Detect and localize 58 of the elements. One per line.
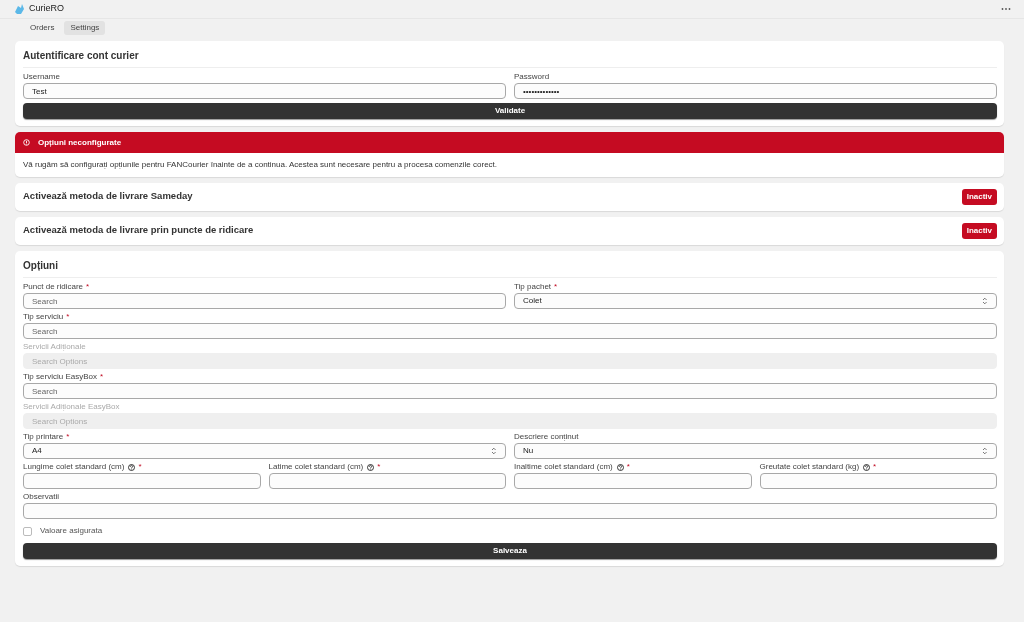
input-field[interactable]	[759, 473, 997, 489]
save-button[interactable]: Salveaza	[23, 543, 997, 559]
field-label: Punct de ridicare	[23, 282, 84, 292]
field-label: Inaltime colet standard (cm)	[514, 462, 613, 472]
field-label: Tip printare	[23, 432, 64, 442]
field-label: Observatii	[23, 492, 59, 502]
alert-message: Vă rugăm să configurați opțiunile pentru FANCourier înainte de a continua. Acestea sunt necesare pentru a procesa comenzile corect.	[22, 159, 499, 171]
field-label: Descriere conținut	[514, 432, 579, 442]
checkbox[interactable]	[23, 526, 32, 536]
more-icon	[1001, 7, 1011, 11]
required-mark: *	[99, 372, 104, 382]
logo-icon	[13, 3, 25, 15]
field-label: Lungime colet standard (cm)	[23, 462, 125, 472]
chevron-icon	[982, 297, 988, 305]
required-mark: *	[377, 462, 381, 472]
tab[interactable]: Orders	[24, 21, 61, 35]
search-field[interactable]: Search	[23, 323, 997, 339]
required-mark: *	[66, 312, 70, 322]
required-mark: *	[873, 462, 877, 472]
select-field[interactable]: Nu	[514, 443, 997, 459]
chevron-icon	[491, 447, 497, 455]
checkbox-label: Valoare asigurata	[40, 525, 103, 537]
search-field[interactable]: Search	[23, 293, 506, 309]
card-title: Opțiuni	[23, 257, 997, 278]
required-mark: *	[138, 462, 142, 472]
method-title: Activează metoda de livrare prin puncte de ridicare	[23, 223, 254, 238]
field-label: Latime colet standard (cm)	[268, 462, 364, 472]
disabled-label: Servicii Adiționale	[23, 342, 86, 352]
validate-button[interactable]: Validate	[23, 103, 997, 119]
alert-title: Opțiuni neconfigurate	[38, 136, 122, 149]
chevron-icon	[982, 447, 988, 455]
app-title: CurieRO	[29, 2, 64, 16]
select-field[interactable]: A4	[23, 443, 506, 459]
search-field[interactable]: Search	[23, 383, 997, 399]
tab[interactable]: Settings	[64, 21, 106, 35]
card-title: Autentificare cont curier	[23, 47, 997, 68]
warning-icon	[23, 139, 30, 146]
field-label: Tip serviciu	[23, 312, 64, 322]
required-mark: *	[554, 282, 558, 292]
input-field[interactable]: •••••••••••••	[514, 83, 997, 99]
status-toggle[interactable]: Inactiv	[961, 222, 997, 239]
input-field[interactable]	[23, 503, 997, 519]
required-mark: *	[626, 462, 630, 472]
input-field[interactable]	[23, 473, 261, 489]
disabled-label: Servicii Adiționale EasyBox	[23, 402, 120, 412]
input-field[interactable]	[514, 473, 752, 489]
status-toggle[interactable]: Inactiv	[961, 188, 997, 205]
field-label: Greutate colet standard (kg)	[759, 462, 860, 472]
field-label: Password	[514, 72, 551, 82]
required-mark: *	[66, 432, 70, 442]
select-field[interactable]: Colet	[514, 293, 997, 309]
field-label: Tip pachet	[514, 282, 552, 292]
input-field[interactable]	[268, 473, 506, 489]
field-label: Username	[23, 72, 61, 82]
required-mark: *	[86, 282, 90, 292]
method-title: Activează metoda de livrare Sameday	[23, 189, 193, 204]
input-field[interactable]: Test	[23, 83, 506, 99]
field-label: Tip serviciu EasyBox	[23, 372, 97, 382]
